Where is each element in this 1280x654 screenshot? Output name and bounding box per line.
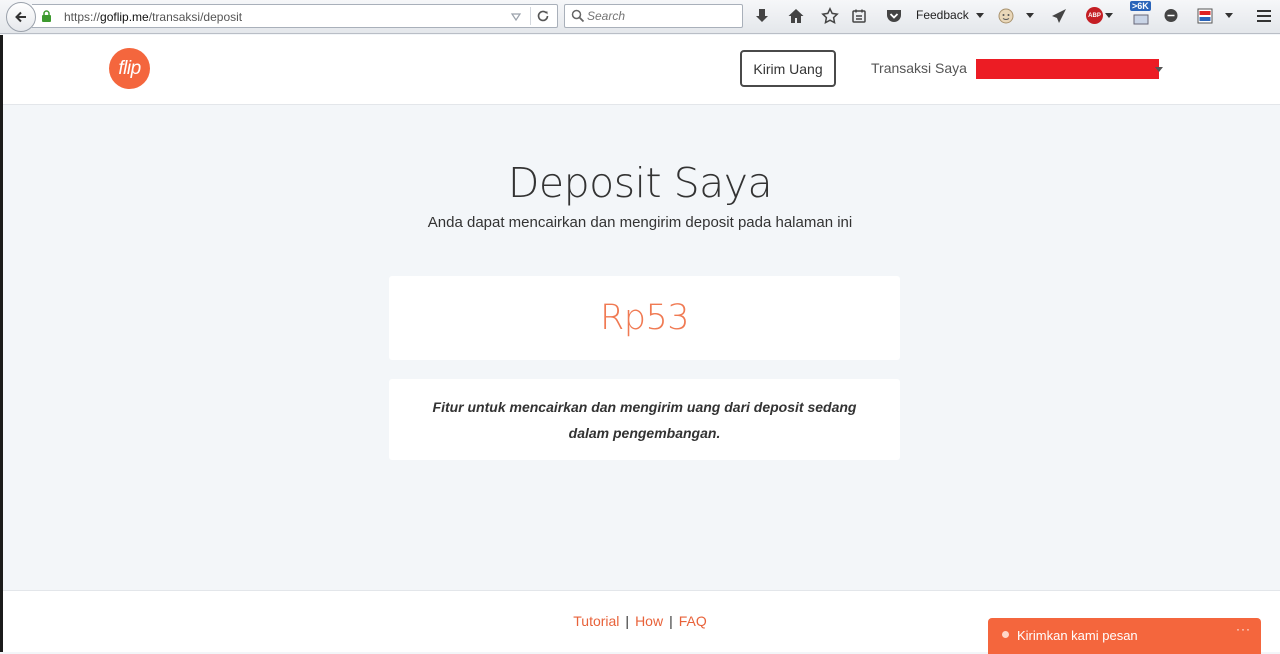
footer-separator: | — [625, 613, 630, 629]
info-message: Fitur untuk mencairkan dan mengirim uang… — [432, 398, 857, 441]
downloads-icon[interactable] — [752, 6, 772, 26]
feedback-button[interactable]: Feedback — [916, 8, 969, 22]
search-input[interactable] — [587, 8, 737, 24]
feedback-dropdown-icon[interactable] — [976, 13, 984, 18]
smiley-addon-icon[interactable] — [996, 6, 1016, 26]
home-icon[interactable] — [786, 6, 806, 26]
transaksi-saya-link[interactable]: Transaksi Saya — [871, 60, 967, 76]
menu-hamburger-icon[interactable] — [1254, 6, 1274, 26]
deposit-balance-card: Rp53 — [389, 276, 900, 360]
search-bar[interactable] — [564, 4, 743, 28]
reading-list-icon[interactable] — [849, 6, 869, 26]
smiley-dropdown-icon[interactable] — [1026, 13, 1034, 18]
flip-logo[interactable]: flip — [109, 48, 150, 89]
history-dropdown-icon[interactable] — [510, 11, 522, 23]
back-button[interactable] — [6, 2, 36, 32]
back-arrow-icon — [15, 11, 26, 23]
news-dropdown-icon[interactable] — [1225, 13, 1233, 18]
page-title: Deposit Saya — [507, 159, 773, 207]
chat-more-icon[interactable]: ··· — [1236, 622, 1251, 636]
chat-bubble-icon[interactable] — [1161, 6, 1181, 26]
news-addon-icon[interactable] — [1195, 6, 1215, 26]
tutorial-link[interactable]: Tutorial — [573, 613, 619, 629]
search-icon — [571, 9, 585, 23]
chat-widget[interactable]: Kirimkan kami pesan ··· — [988, 618, 1261, 654]
kirim-uang-button[interactable]: Kirim Uang — [740, 50, 836, 87]
url-bar[interactable]: https://goflip.me/transaksi/deposit — [32, 4, 558, 28]
user-menu-redacted[interactable] — [976, 59, 1159, 79]
send-tab-icon[interactable] — [1049, 6, 1069, 26]
url-text[interactable]: https://goflip.me/transaksi/deposit — [64, 10, 242, 24]
chat-label: Kirimkan kami pesan — [1017, 628, 1138, 643]
reload-icon[interactable] — [535, 8, 551, 24]
info-card: Fitur untuk mencairkan dan mengirim uang… — [389, 379, 900, 460]
faq-link[interactable]: FAQ — [679, 613, 707, 629]
page-content: flip Kirim Uang Transaksi Saya Deposit S… — [3, 35, 1280, 654]
pocket-icon[interactable] — [884, 6, 904, 26]
how-link[interactable]: How — [635, 613, 663, 629]
notification-badge: >6K — [1130, 1, 1151, 11]
site-navbar: flip Kirim Uang Transaksi Saya — [3, 35, 1280, 105]
footer-separator: | — [669, 613, 673, 629]
chat-status-dot — [1002, 631, 1009, 638]
browser-toolbar: https://goflip.me/transaksi/deposit Feed… — [0, 0, 1280, 34]
adblock-plus-icon[interactable]: ABP — [1086, 7, 1103, 24]
deposit-amount: Rp53 — [599, 298, 690, 338]
url-divider — [530, 7, 531, 25]
bookmark-star-icon[interactable] — [820, 6, 840, 26]
user-menu-caret-icon[interactable] — [1155, 67, 1163, 72]
page-subtitle: Anda dapat mencairkan dan mengirim depos… — [427, 214, 853, 231]
lock-icon — [42, 10, 51, 22]
adblock-dropdown-icon[interactable] — [1105, 13, 1113, 18]
